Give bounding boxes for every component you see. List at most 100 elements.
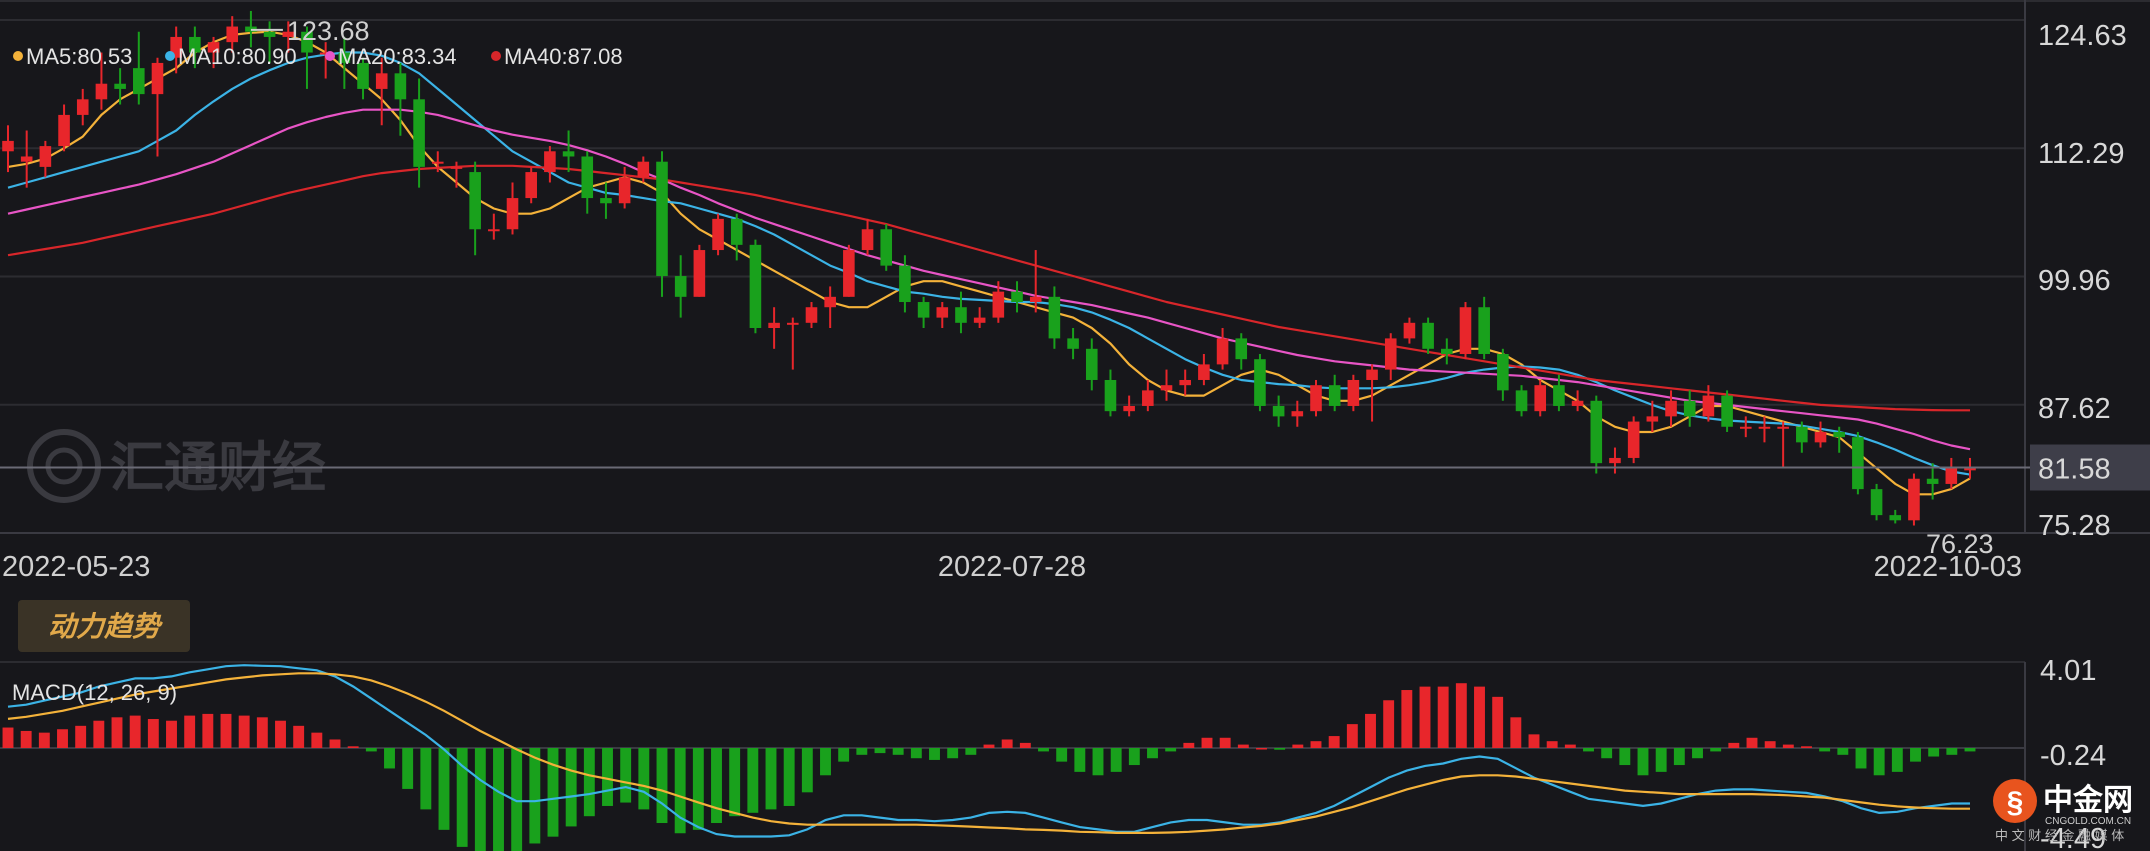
- macd-bar: [1546, 741, 1558, 748]
- macd-bar: [365, 748, 377, 752]
- legend-ma10: MA10:80.90: [178, 44, 297, 69]
- macd-bar: [765, 748, 777, 810]
- candle-body: [1085, 348, 1098, 380]
- candle-body: [1441, 348, 1453, 354]
- candle-body: [581, 156, 594, 199]
- macd-bar: [1601, 748, 1613, 759]
- macd-bar: [20, 730, 32, 748]
- macd-bar: [656, 748, 668, 824]
- macd-bar: [1292, 744, 1304, 748]
- macd-bar: [1419, 686, 1431, 748]
- macd-bar: [1092, 748, 1104, 776]
- macd-bar: [93, 720, 105, 748]
- candle-body: [1048, 296, 1061, 339]
- macd-bar: [1819, 748, 1831, 752]
- candle-body: [1889, 515, 1902, 521]
- candle-body: [1870, 489, 1883, 516]
- candle-body: [917, 302, 930, 318]
- macd-bar: [220, 713, 232, 748]
- macd-bar: [1201, 737, 1213, 748]
- macd-bar: [1782, 744, 1794, 748]
- legend-dot-ma20: [325, 51, 335, 61]
- macd-bar: [1583, 748, 1594, 752]
- candle-body: [263, 31, 276, 37]
- macd-bar: [1619, 748, 1631, 766]
- macd-bar: [801, 748, 813, 793]
- legend-ma20: MA20:83.34: [338, 44, 457, 69]
- macd-bar: [1510, 717, 1522, 748]
- candle-body: [1852, 437, 1864, 490]
- candle-body: [1347, 379, 1360, 406]
- macd-bar: [1401, 690, 1413, 748]
- macd-bar: [1928, 748, 1940, 757]
- candle-body: [1235, 338, 1248, 360]
- candle-body: [1497, 353, 1509, 391]
- macd-bar: [438, 748, 450, 830]
- candle-body: [39, 146, 52, 167]
- candle-body: [394, 73, 407, 100]
- macd-bar: [1564, 744, 1576, 748]
- candle-body: [1160, 385, 1173, 391]
- macd-bar: [1056, 748, 1068, 762]
- indicator-badge[interactable]: 动力趋势: [18, 600, 190, 652]
- macd-bar: [57, 729, 68, 748]
- logo-name: 中金网: [2043, 783, 2133, 817]
- macd-bar: [184, 715, 196, 748]
- macd-bar: [1692, 748, 1703, 759]
- macd-bar: [783, 748, 795, 806]
- macd-bar: [384, 748, 395, 769]
- legend-dot-ma5: [13, 51, 23, 61]
- price-tick-label: 124.63: [2038, 20, 2127, 52]
- macd-bar: [493, 748, 504, 851]
- candle-body: [1366, 369, 1378, 380]
- candle-body: [1721, 395, 1733, 427]
- candle-body: [899, 265, 911, 303]
- macd-bar: [1964, 748, 1976, 752]
- macd-bar: [1328, 736, 1340, 748]
- min-annotation-label: 76.23: [1926, 529, 1994, 559]
- macd-bar: [256, 717, 268, 748]
- candle-body: [1216, 338, 1229, 365]
- macd-bar: [1383, 700, 1395, 748]
- macd-bar: [1855, 748, 1867, 769]
- macd-bar: [474, 748, 486, 851]
- candle-body: [600, 198, 612, 204]
- candle-body: [1702, 395, 1715, 417]
- macd-bar: [147, 719, 159, 748]
- macd-bar: [238, 715, 250, 748]
- macd-bar: [1891, 748, 1903, 772]
- date-tick-label: 2022-05-23: [2, 551, 150, 583]
- macd-bar: [1128, 748, 1140, 766]
- candle-body: [1291, 411, 1304, 417]
- candle-body: [843, 250, 855, 297]
- candle-body: [544, 151, 556, 173]
- macd-bar: [111, 717, 123, 748]
- candle-body: [1683, 400, 1696, 417]
- candle-body: [1422, 322, 1434, 349]
- candle-body: [58, 114, 70, 147]
- macd-bar: [1038, 748, 1049, 752]
- candle-body: [151, 62, 164, 95]
- macd-bar: [1165, 748, 1177, 752]
- macd-bar: [402, 748, 414, 789]
- macd-bar: [1728, 742, 1740, 748]
- candle-body: [1945, 468, 1958, 484]
- cngold-logo-glyph-icon: §: [2007, 786, 2024, 819]
- macd-bar: [856, 748, 868, 755]
- macd-tick-label: -0.24: [2040, 740, 2106, 772]
- macd-bar: [1528, 734, 1540, 748]
- candle-body: [1011, 291, 1023, 303]
- macd-bar: [293, 725, 305, 748]
- macd-bar: [747, 748, 759, 813]
- macd-bar: [874, 748, 886, 754]
- macd-bar: [1256, 748, 1267, 750]
- candle-body: [1254, 359, 1266, 406]
- macd-bar: [1801, 746, 1812, 748]
- macd-bar: [1183, 742, 1195, 748]
- candle-body: [469, 172, 481, 230]
- candle-body: [787, 322, 799, 325]
- candle-body: [656, 161, 668, 277]
- macd-bar: [129, 715, 141, 748]
- candle-body: [76, 99, 89, 115]
- price-tick-label: 87.62: [2038, 393, 2111, 425]
